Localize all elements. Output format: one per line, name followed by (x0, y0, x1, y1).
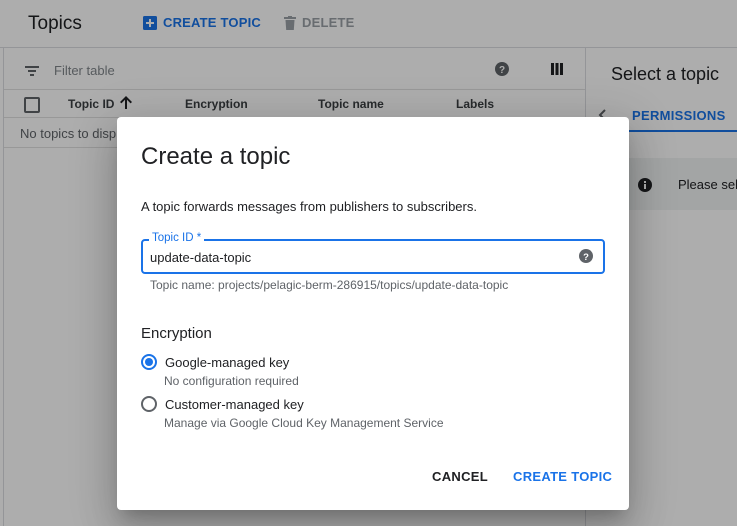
dialog-title: Create a topic (141, 143, 291, 170)
create-topic-dialog: Create a topic A topic forwards messages… (117, 117, 629, 510)
topic-id-help-icon[interactable]: ? (579, 249, 593, 268)
customer-managed-key-label: Customer-managed key (165, 396, 304, 412)
svg-text:?: ? (583, 252, 589, 263)
topic-id-label: Topic ID * (149, 232, 205, 244)
topic-id-field[interactable]: Topic ID * ? (141, 232, 605, 274)
topic-name-hint: Topic name: projects/pelagic-berm-286915… (150, 278, 509, 292)
google-managed-key-label: Google-managed key (165, 354, 290, 370)
customer-managed-key-sub: Manage via Google Cloud Key Management S… (164, 416, 444, 430)
customer-managed-key-radio[interactable] (141, 396, 157, 412)
cancel-button[interactable]: CANCEL (432, 469, 488, 484)
encryption-section-title: Encryption (141, 325, 212, 342)
topic-id-input[interactable] (150, 247, 570, 267)
google-managed-key-sub: No configuration required (164, 374, 299, 388)
create-topic-button[interactable]: CREATE TOPIC (513, 469, 612, 484)
google-managed-key-option[interactable]: Google-managed key (141, 354, 289, 370)
google-managed-key-radio[interactable] (141, 354, 157, 370)
customer-managed-key-option[interactable]: Customer-managed key (141, 396, 304, 412)
dialog-description: A topic forwards messages from publisher… (141, 199, 477, 214)
